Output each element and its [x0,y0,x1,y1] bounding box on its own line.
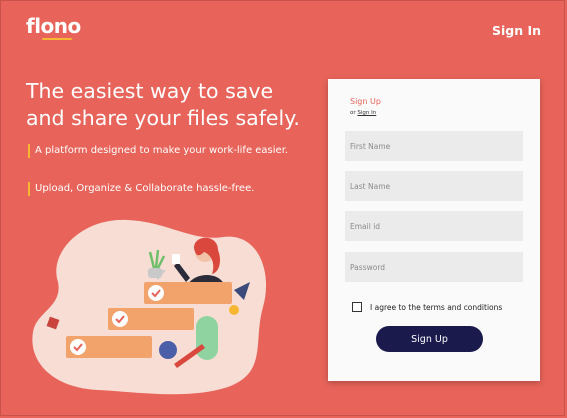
decor-ball [159,341,177,359]
logo-underline [42,38,72,40]
hero-tagline-2: Upload, Organize & Collaborate hassle-fr… [28,182,254,196]
logo[interactable]: flono [26,14,81,38]
terms-label: I agree to the terms and conditions [370,302,503,312]
hero-headline: The easiest way to save and share your f… [26,79,300,130]
card-signin-link[interactable]: Sign In [357,110,376,116]
signup-card: Sign Up or Sign In I agree to the terms … [328,79,540,381]
signin-prompt: or Sign In [350,110,376,116]
header-signin-link[interactable]: Sign In [492,23,541,38]
or-text: or [350,110,356,116]
signup-title: Sign Up [350,97,381,106]
hero-tagline-1: A platform designed to make your work-li… [28,144,288,158]
email-field[interactable] [345,211,523,241]
checkmark-icon [112,311,128,327]
terms-checkbox[interactable] [352,302,362,312]
signup-button[interactable]: Sign Up [376,326,483,352]
terms-row[interactable]: I agree to the terms and conditions [352,302,502,312]
password-field[interactable] [345,252,523,282]
decor-dot [229,305,239,315]
checkmark-icon [148,285,164,301]
hero-illustration [32,219,267,395]
last-name-field[interactable] [345,171,523,201]
checkmark-icon [70,339,86,355]
first-name-field[interactable] [345,131,523,161]
decor-arch [196,316,218,360]
